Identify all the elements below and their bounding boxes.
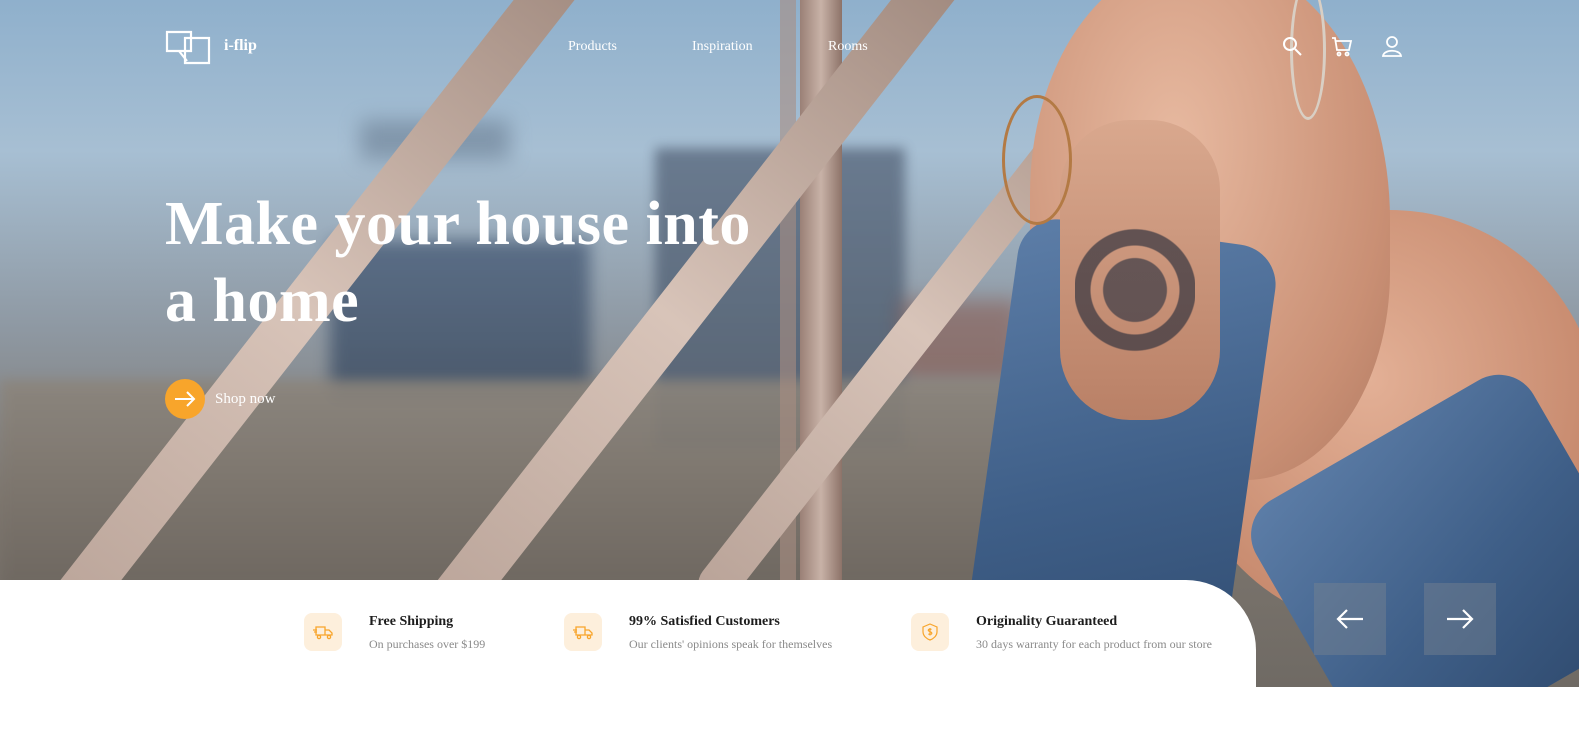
slider-next-button[interactable] xyxy=(1424,583,1496,655)
features-panel: Free Shipping On purchases over $199 99%… xyxy=(0,580,1256,747)
cart-icon[interactable] xyxy=(1330,34,1354,58)
feature-subtitle: Our clients' opinions speak for themselv… xyxy=(629,637,833,651)
nav-inspiration[interactable]: Inspiration xyxy=(692,39,753,55)
truck-icon xyxy=(304,613,342,651)
nav-products[interactable]: Products xyxy=(568,39,617,55)
feature-free-shipping: Free Shipping On purchases over $199 xyxy=(304,613,485,652)
feature-satisfied-customers: 99% Satisfied Customers Our clients' opi… xyxy=(564,613,832,652)
feature-subtitle: On purchases over $199 xyxy=(369,637,486,651)
shield-dollar-icon xyxy=(911,613,949,651)
search-icon[interactable] xyxy=(1280,34,1304,58)
shop-now-button[interactable]: Shop now xyxy=(165,379,275,419)
truck-icon xyxy=(564,613,602,651)
hero-headline-line2: a home xyxy=(165,267,360,335)
feature-originality: Originality Guaranteed 30 days warranty … xyxy=(911,613,1212,652)
logo-icon[interactable] xyxy=(165,29,211,65)
hero-headline: Make your house into a home xyxy=(165,186,805,340)
arrow-left-icon xyxy=(1336,609,1363,629)
feature-title: Free Shipping xyxy=(369,614,454,629)
hero-headline-line1: Make your house into xyxy=(165,190,751,258)
shop-now-label: Shop now xyxy=(215,390,276,407)
feature-title: 99% Satisfied Customers xyxy=(629,614,780,629)
arrow-right-icon xyxy=(1447,609,1474,629)
user-icon[interactable] xyxy=(1380,34,1404,58)
slider-prev-button[interactable] xyxy=(1314,583,1386,655)
feature-title: Originality Guaranteed xyxy=(976,614,1118,629)
nav-rooms[interactable]: Rooms xyxy=(828,39,868,55)
feature-subtitle: 30 days warranty for each product from o… xyxy=(976,637,1212,651)
arrow-right-icon xyxy=(165,379,205,419)
brand-name[interactable]: i-flip xyxy=(224,37,257,55)
